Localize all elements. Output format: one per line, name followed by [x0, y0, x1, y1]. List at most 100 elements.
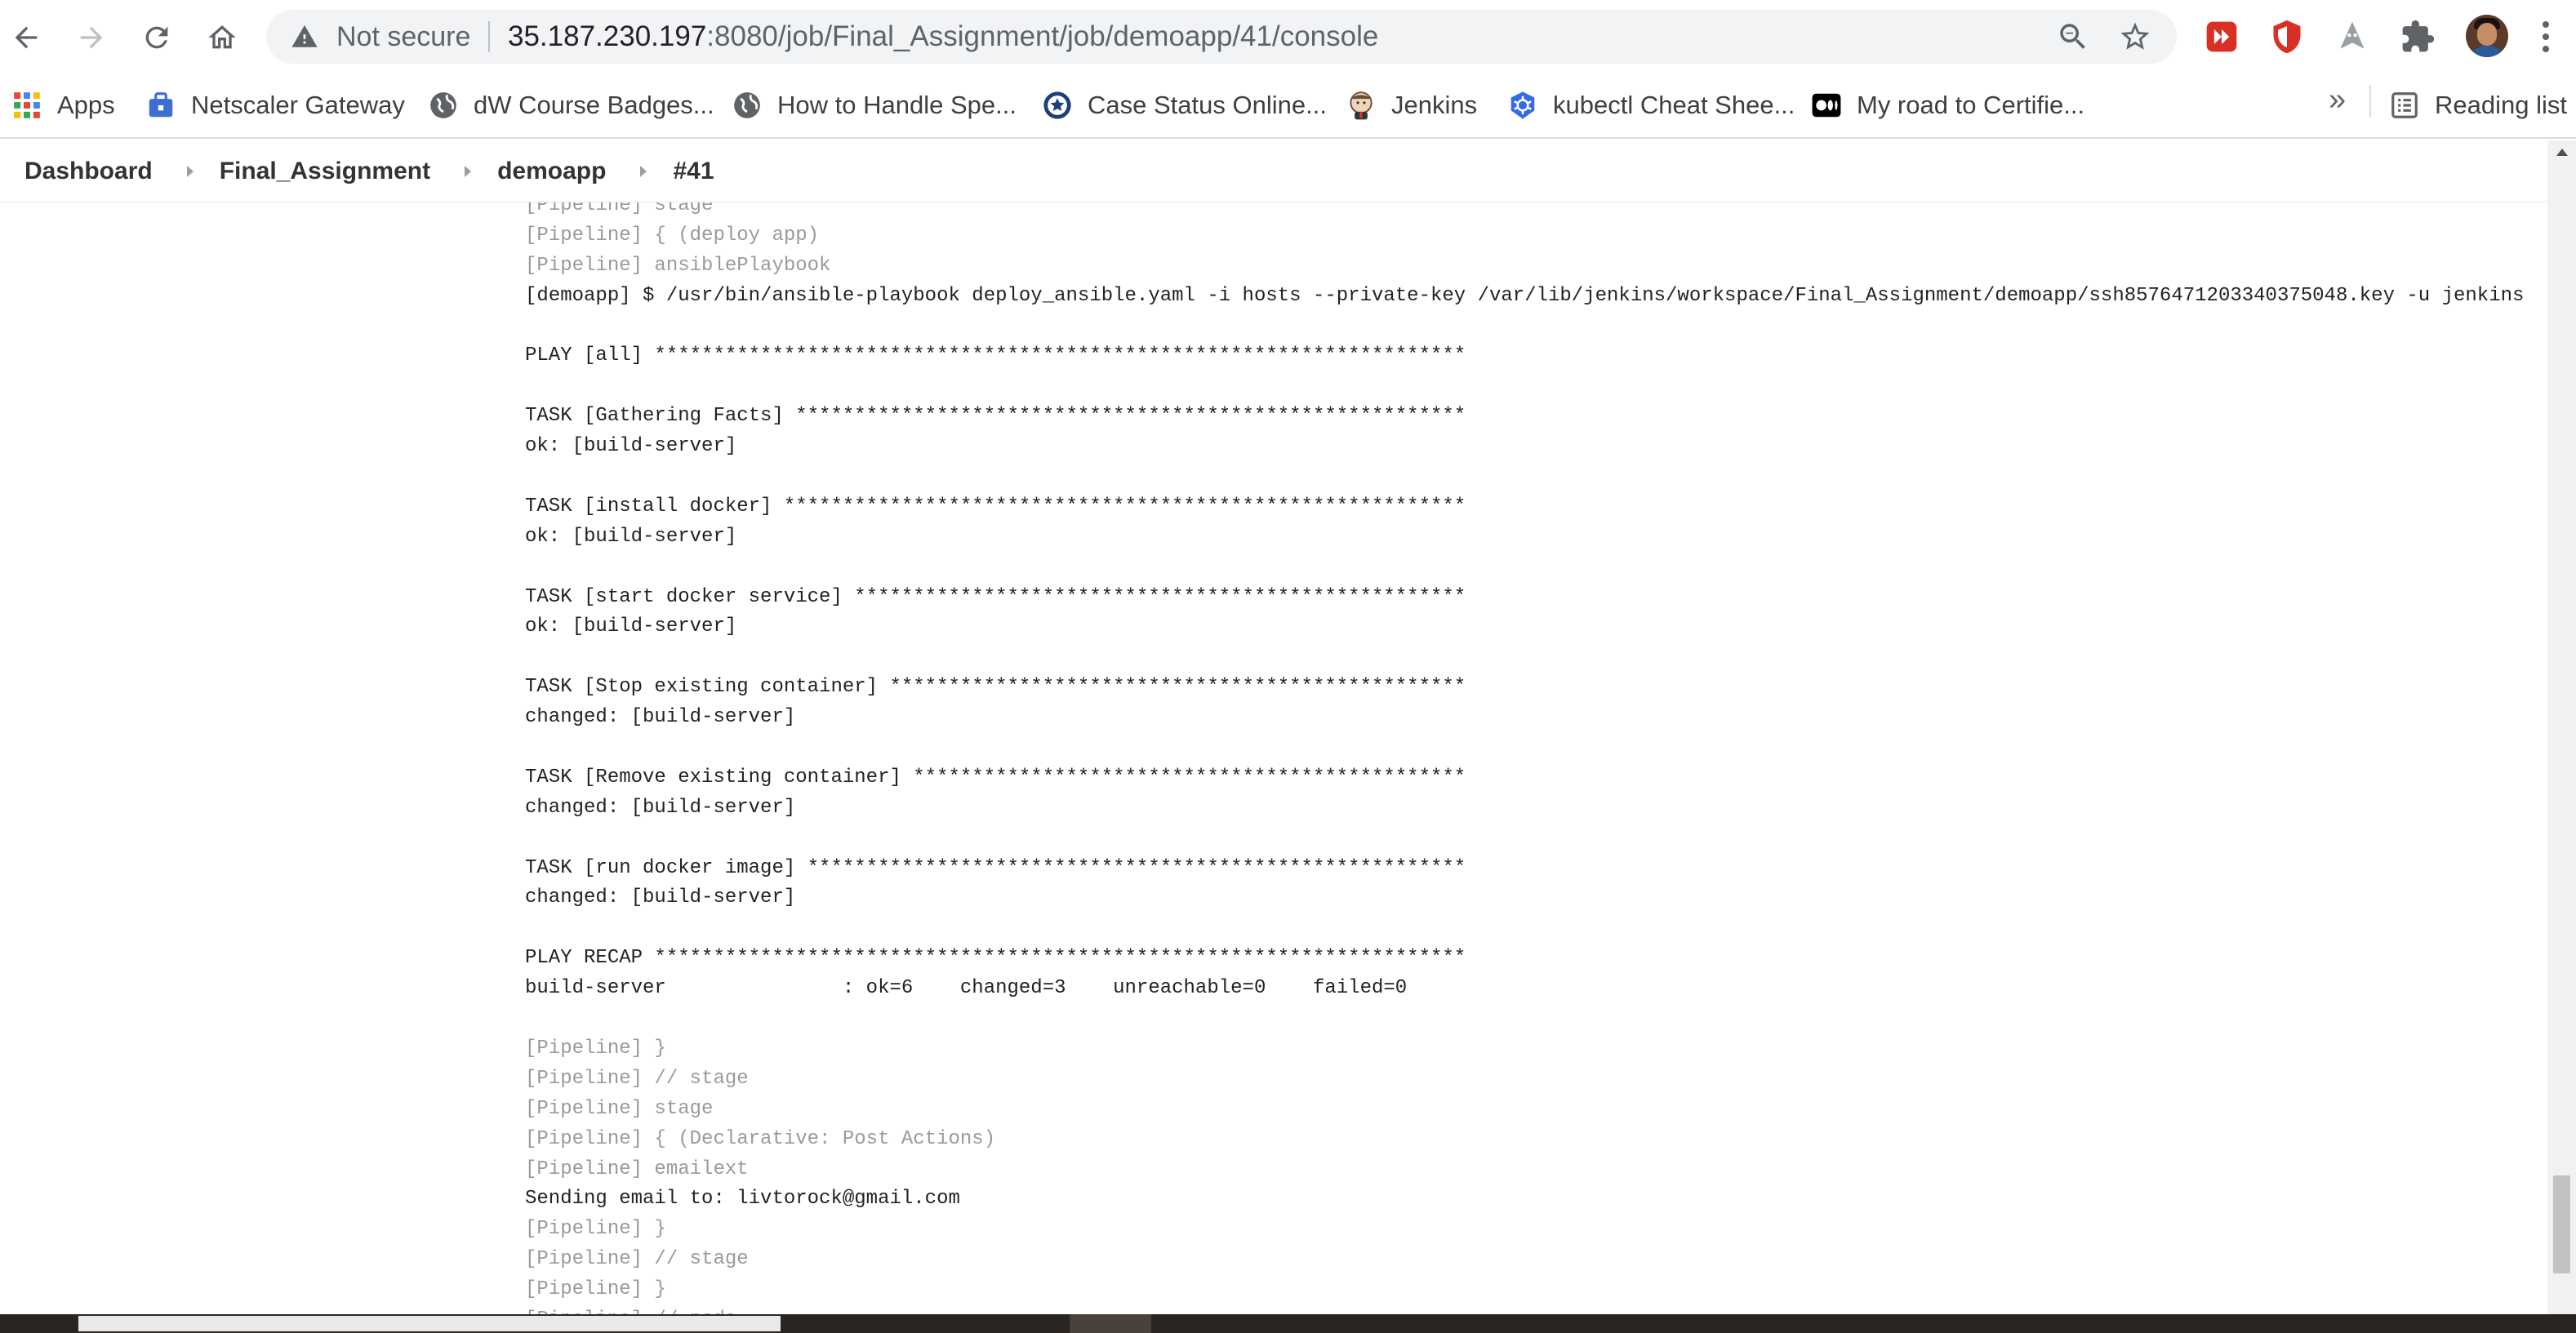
breadcrumb-demoapp[interactable]: demoapp — [497, 158, 606, 185]
reading-list-button[interactable]: Reading list — [2389, 85, 2567, 126]
briefcase-lock-icon — [145, 90, 176, 121]
console-log-line — [525, 913, 2524, 944]
breadcrumb-dashboard[interactable]: Dashboard — [24, 158, 153, 185]
console-log-line: [demoapp] $ /usr/bin/ansible-playbook de… — [525, 284, 2525, 307]
bookmark-case-status-online[interactable]: Case Status Online... — [1042, 85, 1327, 126]
pipeline-log-line: [Pipeline] } — [525, 1278, 666, 1301]
console-log-line: PLAY [all] *****************************… — [525, 344, 1466, 367]
bookmark-netscaler-gateway[interactable]: Netscaler Gateway — [145, 85, 405, 126]
console-log-line — [525, 642, 2524, 673]
profile-avatar[interactable] — [2466, 15, 2508, 57]
red-play-extension-icon[interactable] — [2203, 18, 2240, 56]
bookmark-how-to-handle[interactable]: How to Handle Spe... — [732, 85, 1017, 126]
reload-icon[interactable] — [134, 15, 180, 60]
breadcrumb-chevron-icon[interactable] — [640, 165, 647, 177]
console-panel: [Pipeline] stage [Pipeline] { (deploy app… — [0, 202, 2547, 1314]
back-arrow-icon[interactable] — [3, 15, 49, 60]
zoom-magnifier-icon[interactable] — [2056, 20, 2090, 54]
pipeline-log-line: [Pipeline] // stage — [525, 1248, 749, 1271]
bookmark-label: kubectl Cheat Shee... — [1553, 91, 1795, 119]
console-log-line: changed: [build-server] — [525, 796, 796, 819]
kubernetes-helm-icon — [1507, 90, 1538, 121]
console-log-line: ok: [build-server] — [525, 525, 737, 548]
omnibox-divider — [488, 21, 490, 52]
bookmarks-overflow-chevron[interactable]: » — [2329, 82, 2346, 118]
bookmark-dw-course-badges[interactable]: dW Course Badges... — [428, 85, 714, 126]
console-log-line — [525, 371, 2524, 402]
console-log-line: Sending email to: livtorock@gmail.com — [525, 1188, 960, 1211]
console-log-line — [525, 733, 2524, 763]
browser-toolbar: Not secure 35.187.230.197:8080/job/Final… — [0, 0, 2576, 73]
horizontal-scrollbar-thumb[interactable] — [78, 1316, 781, 1331]
bookmark-label: dW Course Badges... — [474, 91, 714, 119]
console-log-line: ok: [build-server] — [525, 615, 737, 638]
horizontal-scrollbar[interactable] — [0, 1314, 2576, 1333]
console-log-line: TASK [Remove existing container] *******… — [525, 766, 1466, 789]
breadcrumb-chevron-icon[interactable] — [465, 165, 472, 177]
security-status-label[interactable]: Not secure — [336, 21, 470, 52]
taskbar-strip — [1070, 1314, 1151, 1333]
breadcrumb-chevron-icon[interactable] — [186, 165, 194, 177]
forward-arrow-icon[interactable] — [69, 15, 114, 60]
pipeline-log-line: [Pipeline] // node — [525, 1305, 2524, 1314]
bookmark-label: Apps — [57, 91, 115, 119]
red-shield-extension-icon[interactable] — [2268, 18, 2306, 56]
address-bar[interactable]: Not secure 35.187.230.197:8080/job/Final… — [266, 10, 2177, 64]
console-log-line: TASK [start docker service] ************… — [525, 585, 1466, 608]
puzzle-extensions-icon[interactable] — [2399, 18, 2436, 56]
pipeline-log-line: [Pipeline] { (deploy app) — [525, 224, 820, 247]
vertical-scrollbar[interactable] — [2547, 140, 2576, 1314]
breadcrumb-final-assignment[interactable]: Final_Assignment — [220, 158, 430, 185]
pipeline-log-line: [Pipeline] stage — [525, 1097, 714, 1120]
bookmark-kubectl-cheat-sheet[interactable]: kubectl Cheat Shee... — [1507, 85, 1795, 126]
pipeline-log-line: [Pipeline] // stage — [525, 1067, 749, 1090]
browser-menu-icon[interactable] — [2529, 18, 2562, 56]
pipeline-log-line: [Pipeline] emailext — [525, 1157, 749, 1180]
bookmark-label: How to Handle Spe... — [777, 91, 1017, 119]
console-log-line: changed: [build-server] — [525, 886, 796, 909]
console-log-line: ok: [build-server] — [525, 435, 737, 458]
avatar-face — [2477, 23, 2497, 46]
console-log-line — [525, 553, 2524, 583]
bookmark-label: Case Status Online... — [1088, 91, 1327, 119]
pipeline-log-line: [Pipeline] ansiblePlaybook — [525, 254, 831, 277]
jenkins-butler-icon — [1346, 90, 1377, 121]
console-log-line: build-server : ok=6 changed=3 unreachabl… — [525, 977, 1408, 1000]
bookmark-label: My road to Certifie... — [1857, 91, 2085, 119]
console-log-line — [525, 824, 2524, 854]
gray-ghost-extension-icon[interactable] — [2334, 18, 2371, 56]
scroll-up-arrow-icon[interactable] — [2556, 149, 2568, 156]
bookmark-star-icon[interactable] — [2118, 20, 2152, 54]
console-log-line: TASK [Gathering Facts] *****************… — [525, 405, 1466, 428]
seal-icon — [1042, 90, 1073, 121]
url-text[interactable]: 35.187.230.197:8080/job/Final_Assignment… — [508, 20, 1378, 53]
scrollbar-thumb[interactable] — [2553, 1175, 2570, 1273]
avatar-shirt — [2469, 46, 2505, 57]
bookmarks-bar: Apps Netscaler Gateway dW Course Badges.… — [0, 73, 2576, 139]
console-log-line: TASK [run docker image] ****************… — [525, 856, 1466, 879]
reading-list-icon — [2389, 90, 2420, 121]
console-log-line: PLAY RECAP *****************************… — [525, 947, 1466, 970]
medium-logo-icon — [1811, 90, 1842, 121]
bookmark-label: Jenkins — [1391, 91, 1478, 119]
pipeline-log-line: [Pipeline] { (Declarative: Post Actions) — [525, 1127, 996, 1150]
console-log-line — [525, 1004, 2524, 1034]
bookmark-apps[interactable]: Apps — [11, 85, 115, 126]
url-host: 35.187.230.197 — [508, 20, 707, 52]
globe-icon — [428, 90, 459, 121]
console-log-line: changed: [build-server] — [525, 706, 796, 729]
pipeline-log-line: [Pipeline] } — [525, 1037, 666, 1060]
url-path: :8080/job/Final_Assignment/job/demoapp/4… — [706, 20, 1379, 52]
breadcrumb: Dashboard Final_Assignment demoapp #41 — [0, 140, 2547, 202]
home-icon[interactable] — [199, 15, 245, 60]
apps-grid-icon — [11, 90, 42, 121]
reading-list-label: Reading list — [2435, 91, 2567, 119]
warning-triangle-icon[interactable] — [291, 23, 318, 51]
bookmark-my-road-to-certified[interactable]: My road to Certifie... — [1811, 85, 2084, 126]
bookmarks-divider — [2369, 85, 2371, 118]
console-output: [Pipeline] stage [Pipeline] { (deploy app… — [525, 202, 2524, 1314]
bookmark-jenkins[interactable]: Jenkins — [1346, 85, 1477, 126]
console-log-line — [525, 462, 2524, 492]
console-log-line: TASK [Stop existing container] *********… — [525, 676, 1466, 699]
breadcrumb-build-41[interactable]: #41 — [673, 158, 714, 185]
